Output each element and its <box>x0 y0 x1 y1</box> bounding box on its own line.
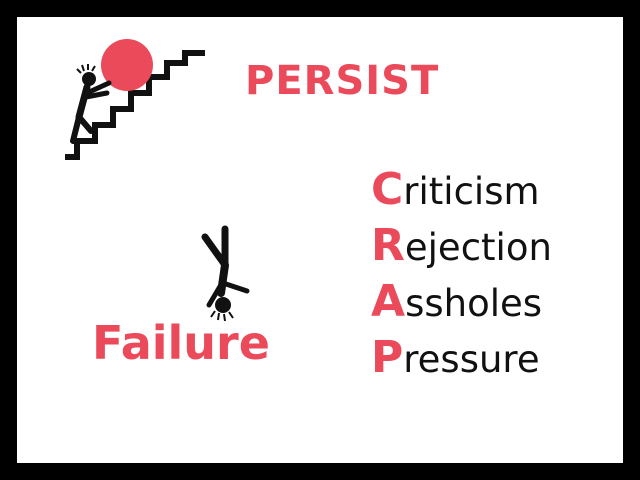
crap-acrostic: Criticism Rejection Assholes Pressure <box>371 163 552 387</box>
fallen-head <box>215 297 231 313</box>
acrostic-letter: P <box>371 332 404 383</box>
fallen-arm-2 <box>220 280 250 294</box>
acrostic-word-rest: riticism <box>403 170 540 213</box>
acrostic-letter: C <box>371 164 404 215</box>
acrostic-line-rejection: Rejection <box>371 219 552 275</box>
acrostic-line-criticism: Criticism <box>371 163 552 219</box>
acrostic-word-rest: ressure <box>403 338 540 381</box>
persist-heading: PERSIST <box>245 58 440 104</box>
slide: PERSIST Failure Criticism Rejection Assh… <box>17 17 623 463</box>
acrostic-letter: R <box>371 220 405 271</box>
acrostic-word-rest: ssholes <box>405 282 543 325</box>
failure-heading: Failure <box>92 316 270 370</box>
acrostic-line-assholes: Assholes <box>371 275 552 331</box>
fallen-body <box>217 261 229 297</box>
acrostic-line-pressure: Pressure <box>371 331 552 387</box>
acrostic-letter: A <box>371 276 406 327</box>
acrostic-word-rest: ejection <box>404 226 552 269</box>
